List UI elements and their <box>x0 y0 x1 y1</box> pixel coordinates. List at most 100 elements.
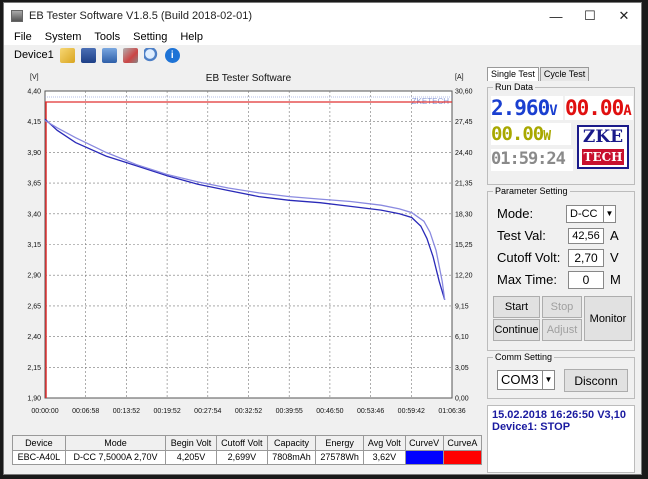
monitor-button[interactable]: Monitor <box>584 296 632 341</box>
menu-system[interactable]: System <box>45 31 82 43</box>
y-tick-label: 3,15 <box>27 242 41 249</box>
x-tick-label: 00:27:54 <box>194 408 221 415</box>
logo-bottom-text: TECH <box>582 149 624 165</box>
status-line-2: Device1: STOP <box>492 421 571 433</box>
y2-tick-label: 24,40 <box>455 150 473 157</box>
title-bar: EB Tester Software V1.8.5 (Build 2018-02… <box>4 3 641 29</box>
y-tick-label: 4,15 <box>27 119 41 126</box>
cutoff-unit: V <box>610 250 619 265</box>
cell-avg-volt: 3,62V <box>363 449 406 465</box>
parameter-title: Parameter Setting <box>493 186 570 196</box>
col-energy: Energy <box>315 435 365 451</box>
max-time-label: Max Time: <box>497 272 557 287</box>
cell-cutoff-volt: 2,699V <box>215 449 269 465</box>
y2-tick-label: 0,00 <box>455 396 469 403</box>
app-window: EB Tester Software V1.8.5 (Build 2018-02… <box>3 2 642 475</box>
cell-curve-a-color[interactable] <box>442 449 483 465</box>
table-header-row: Device Mode Begin Volt Cutoff Volt Capac… <box>12 435 483 451</box>
y-tick-label: 2,15 <box>27 365 41 372</box>
info-icon[interactable]: i <box>164 47 180 63</box>
cutoff-label: Cutoff Volt: <box>497 250 561 265</box>
search-icon[interactable] <box>143 47 159 63</box>
y2-tick-label: 3,05 <box>455 365 469 372</box>
col-begin-volt: Begin Volt <box>165 435 217 451</box>
x-tick-label: 00:46:50 <box>316 408 343 415</box>
power-display: 00.00W <box>491 123 571 145</box>
right-panel: Single Test Cycle Test Run Data 2.960V 0… <box>487 67 639 474</box>
y-tick-label: 3,40 <box>27 211 41 218</box>
x-tick-label: 00:59:42 <box>398 408 425 415</box>
zke-logo: ZKE TECH <box>577 125 629 169</box>
continue-button[interactable]: Continue <box>493 319 540 341</box>
power-value: 00.00 <box>491 123 544 145</box>
run-data-group: Run Data 2.960V 00.00A 00.00W 01:59:24 Z… <box>487 82 635 185</box>
disconnect-button[interactable]: Disconn <box>564 369 628 392</box>
menu-tools[interactable]: Tools <box>94 31 120 43</box>
close-button[interactable]: ✕ <box>607 3 641 29</box>
col-curve-v: CurveV <box>404 435 444 451</box>
folder-icon[interactable] <box>59 47 75 63</box>
col-curve-a: CurveA <box>442 435 483 451</box>
menu-file[interactable]: File <box>14 31 32 43</box>
menu-setting[interactable]: Setting <box>133 31 167 43</box>
com-port-select[interactable]: COM3 ▼ <box>497 370 555 390</box>
col-avg-volt: Avg Volt <box>363 435 406 451</box>
y2-tick-label: 21,35 <box>455 181 473 188</box>
max-time-unit: M <box>610 272 621 287</box>
start-button[interactable]: Start <box>493 296 540 318</box>
mode-label: Mode: <box>497 206 534 221</box>
tab-single-test[interactable]: Single Test <box>487 67 539 81</box>
cell-energy: 27578Wh <box>315 449 365 465</box>
cell-curve-v-color[interactable] <box>404 449 444 465</box>
chart-area: 4,40 30,60 4,15 27,45 3,90 24,40 3,65 21,35 3,40… <box>12 67 482 431</box>
y2-tick-label: 27,45 <box>455 119 473 126</box>
time-value: 01:59:24 <box>491 149 566 169</box>
chevron-down-icon: ▼ <box>542 371 554 389</box>
col-mode: Mode <box>64 435 167 451</box>
y2-tick-label: 18,30 <box>455 211 473 218</box>
comm-title: Comm Setting <box>493 352 555 362</box>
tools-icon[interactable] <box>122 47 138 63</box>
status-box: 15.02.2018 16:26:50 V3,10 Device1: STOP <box>487 405 635 473</box>
voltage-chart: 4,40 30,60 4,15 27,45 3,90 24,40 3,65 21,35 3,40… <box>27 73 473 415</box>
power-unit: W <box>543 129 551 144</box>
x-tick-label: 00:13:52 <box>113 408 140 415</box>
results-table: Device Mode Begin Volt Cutoff Volt Capac… <box>12 435 483 465</box>
save-icon[interactable] <box>80 47 96 63</box>
max-time-input[interactable]: 0 <box>568 271 604 289</box>
adjust-button[interactable]: Adjust <box>542 319 582 341</box>
y2-tick-label: 12,20 <box>455 273 473 280</box>
tab-cycle-test[interactable]: Cycle Test <box>539 67 590 81</box>
chart-title: EB Tester Software <box>206 73 292 84</box>
cutoff-input[interactable]: 2,70 <box>568 249 604 267</box>
maximize-button[interactable]: ☐ <box>573 3 607 29</box>
col-capacity: Capacity <box>267 435 317 451</box>
table-row[interactable]: EBC-A40L D-CC 7,5000A 2,70V 4,205V 2,699… <box>12 449 483 465</box>
monitor-icon[interactable] <box>101 47 117 63</box>
minimize-button[interactable]: — <box>539 3 573 29</box>
y-tick-label: 4,40 <box>27 89 41 96</box>
y2-tick-label: 6,10 <box>455 334 469 341</box>
cell-capacity: 7808mAh <box>267 449 317 465</box>
current-display: 00.00A <box>565 96 633 120</box>
col-device: Device <box>12 435 66 451</box>
mode-select[interactable]: D-CC ▼ <box>566 205 616 223</box>
time-display: 01:59:24 <box>491 149 573 171</box>
parameter-group: Parameter Setting Mode: D-CC ▼ Test Val:… <box>487 186 635 351</box>
x-tick-label: 00:06:58 <box>72 408 99 415</box>
stop-button[interactable]: Stop <box>542 296 582 318</box>
y2-tick-label: 15,25 <box>455 242 473 249</box>
menu-bar: File System Tools Setting Help <box>4 29 641 45</box>
voltage-unit: V <box>549 103 558 119</box>
y2-tick-label: 9,15 <box>455 303 469 310</box>
x-tick-label: 00:00:00 <box>31 408 58 415</box>
test-val-input[interactable]: 42,56 <box>568 228 604 244</box>
voltage-display: 2.960V <box>491 96 563 120</box>
menu-help[interactable]: Help <box>180 31 203 43</box>
logo-top-text: ZKE <box>582 127 624 147</box>
voltage-value: 2.960 <box>491 96 550 120</box>
mode-value: D-CC <box>570 208 598 220</box>
cell-mode: D-CC 7,5000A 2,70V <box>64 449 167 465</box>
x-tick-label: 00:32:52 <box>235 408 262 415</box>
device-label: Device1 <box>14 49 54 61</box>
